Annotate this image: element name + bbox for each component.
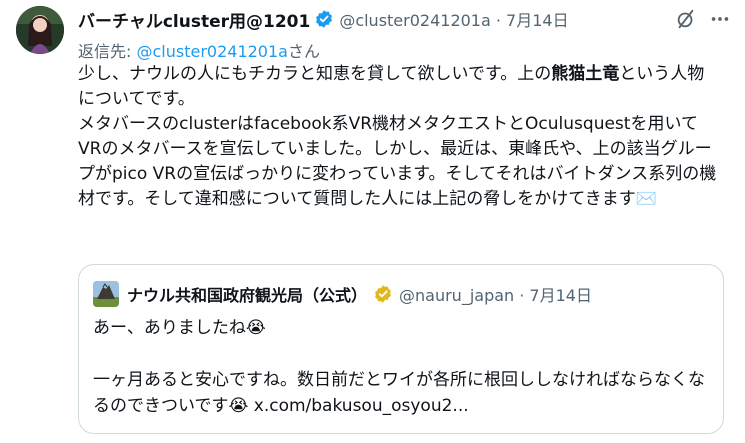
more-icon[interactable] bbox=[709, 8, 731, 30]
reply-prefix: 返信先: bbox=[78, 42, 137, 61]
tweet-text: 少し、ナウルの人にもチカラと知恵を貸して欲しいです。上の熊猫土竜という人物につい… bbox=[78, 62, 718, 212]
verified-badge-icon bbox=[314, 9, 334, 29]
quote-handle-date: @nauru_japan · 7月14日 bbox=[399, 286, 592, 305]
quote-text: あー、ありましたね😭 一ヶ月あると安心ですね。数日前だとワイが各所に根回ししなけ… bbox=[93, 315, 713, 419]
display-name[interactable]: バーチャルcluster用@1201 bbox=[78, 7, 310, 32]
quote-display-name[interactable]: ナウル共和国政府観光局（公式） bbox=[127, 282, 367, 306]
quote-line-2: 一ヶ月あると安心ですね。数日前だとワイが各所に根回ししなければならなくなるのでき… bbox=[93, 370, 705, 416]
avatar[interactable] bbox=[16, 6, 64, 54]
quote-line-1: あー、ありましたね😭 bbox=[93, 318, 266, 338]
grok-icon[interactable] bbox=[675, 8, 697, 30]
quote-header: ナウル共和国政府観光局（公式） @nauru_japan · 7月14日 bbox=[93, 281, 592, 307]
tweet-paragraph-2: メタバースのclusterはfacebook系VR機材メタクエストとOculus… bbox=[78, 114, 717, 209]
handle-date[interactable]: @cluster0241201a · 7月14日 bbox=[339, 7, 568, 31]
quote-tweet-card[interactable]: ナウル共和国政府観光局（公式） @nauru_japan · 7月14日 あー、… bbox=[78, 264, 724, 434]
quote-spacer bbox=[93, 341, 713, 367]
quote-avatar[interactable] bbox=[93, 281, 119, 307]
header-actions bbox=[675, 6, 731, 32]
reply-to: 返信先: @cluster0241201aさん bbox=[78, 38, 320, 62]
tweet-paragraph-1: 少し、ナウルの人にもチカラと知恵を貸して欲しいです。上の熊猫土竜という人物につい… bbox=[78, 64, 705, 109]
reply-mention-link[interactable]: @cluster0241201a bbox=[136, 42, 287, 61]
envelope-emoji: ✉️ bbox=[635, 189, 657, 209]
quote-link[interactable]: x.com/bakusou_osyou2... bbox=[254, 396, 469, 416]
reply-suffix: さん bbox=[287, 42, 320, 61]
bold-name: 熊猫土竜 bbox=[551, 64, 620, 84]
gold-verified-badge-icon bbox=[373, 284, 393, 304]
tweet-header: バーチャルcluster用@1201 @cluster0241201a · 7月… bbox=[78, 6, 731, 32]
